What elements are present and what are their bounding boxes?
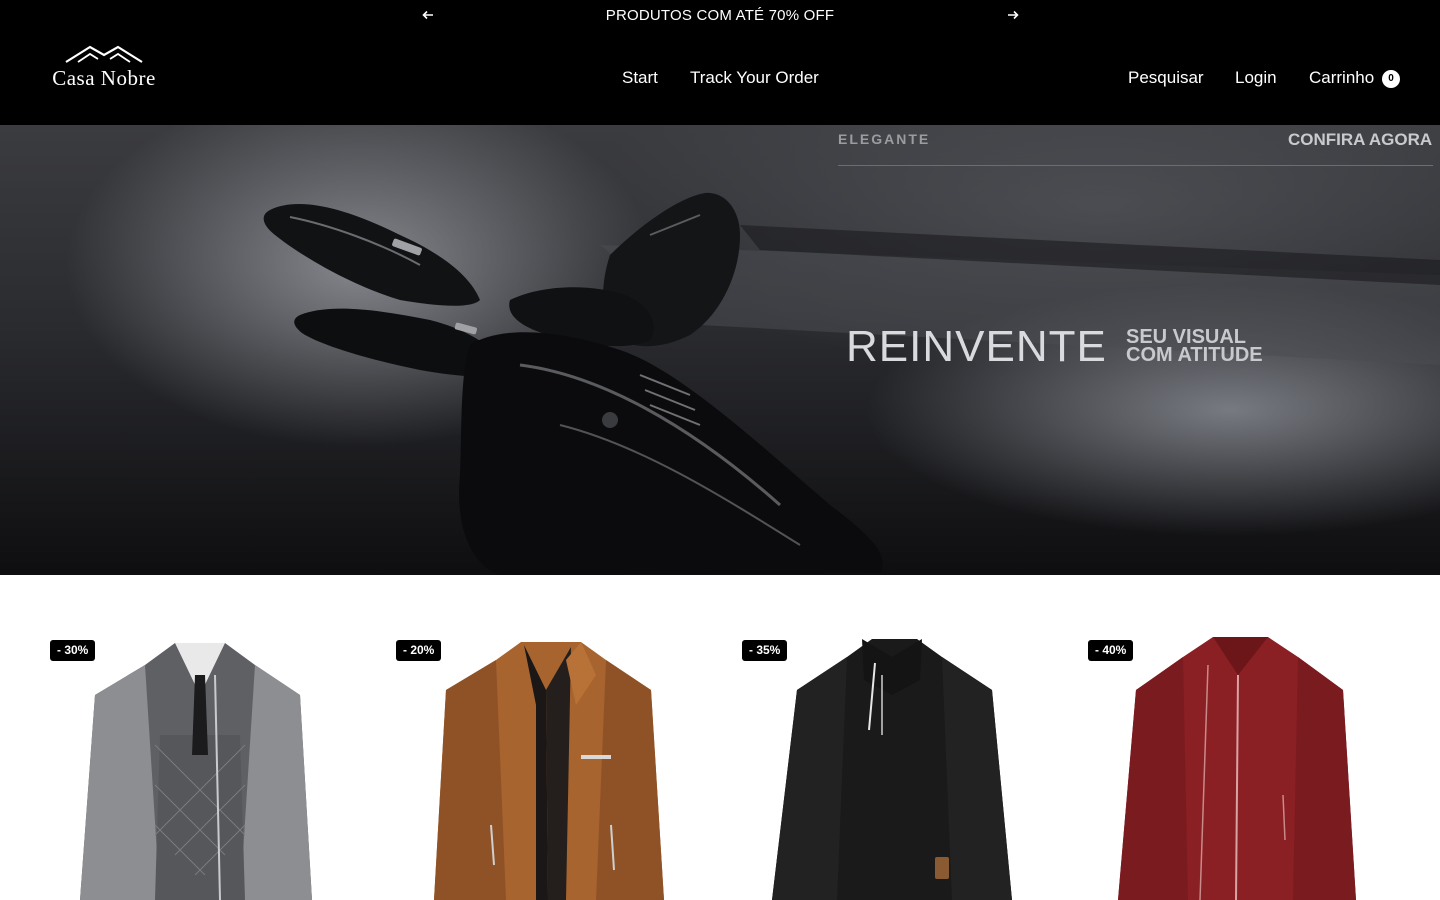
hero-tagline-line2: COM ATITUDE [1126, 344, 1263, 366]
nav-link-track-order-label[interactable]: Track Your Order [690, 68, 819, 87]
hero-banner[interactable]: ELEGANTE CONFIRA AGORA REINVENTE SEU VIS… [0, 125, 1440, 575]
product-image-black-sweater [772, 639, 1012, 900]
hero-headline: REINVENTE [846, 322, 1107, 371]
announcement-bar: PRODUTOS COM ATÉ 70% OFF [0, 0, 1440, 30]
product-card[interactable]: - 20% [396, 635, 706, 900]
login-link-label[interactable]: Login [1235, 68, 1277, 87]
discount-badge: - 40% [1088, 640, 1134, 661]
cart-link-label[interactable]: Carrinho [1309, 68, 1374, 87]
hero-top-label: ELEGANTE [838, 131, 931, 147]
logo[interactable]: Casa Nobre [40, 42, 168, 94]
arrow-right-icon[interactable] [1004, 6, 1022, 24]
hero-cta-link[interactable]: CONFIRA AGORA [1288, 130, 1432, 150]
cart-link[interactable]: Carrinho [1309, 68, 1374, 88]
site-header: Casa Nobre Start Track Your Order Pesqui… [0, 30, 1440, 125]
nav-link-start-label[interactable]: Start [622, 68, 658, 87]
login-link[interactable]: Login [1235, 68, 1277, 88]
logo-text: Casa Nobre [52, 66, 156, 90]
discount-badge: - 20% [396, 640, 442, 661]
product-grid: - 30% - 20% - 35% - 40% [0, 575, 1440, 900]
cart-count-badge: 0 [1382, 70, 1400, 88]
announcement-message: PRODUTOS COM ATÉ 70% OFF [605, 7, 835, 24]
product-image-brown-jacket [434, 642, 664, 900]
nav-link-start[interactable]: Start [622, 68, 658, 88]
hero-tagline: SEU VISUAL COM ATITUDE [1126, 327, 1263, 366]
nav-link-track-order[interactable]: Track Your Order [690, 68, 819, 88]
discount-badge: - 35% [742, 640, 788, 661]
product-card[interactable]: - 35% [742, 635, 1052, 900]
product-card[interactable]: - 30% [50, 635, 360, 900]
product-image-red-jacket [1118, 637, 1356, 900]
product-image-gray-jacket [80, 643, 312, 900]
search-link-label[interactable]: Pesquisar [1128, 68, 1204, 87]
search-link[interactable]: Pesquisar [1128, 68, 1204, 88]
hero-divider [838, 165, 1433, 166]
discount-badge: - 30% [50, 640, 96, 661]
product-card[interactable]: - 40% [1088, 635, 1398, 900]
roof-icon [65, 45, 143, 63]
